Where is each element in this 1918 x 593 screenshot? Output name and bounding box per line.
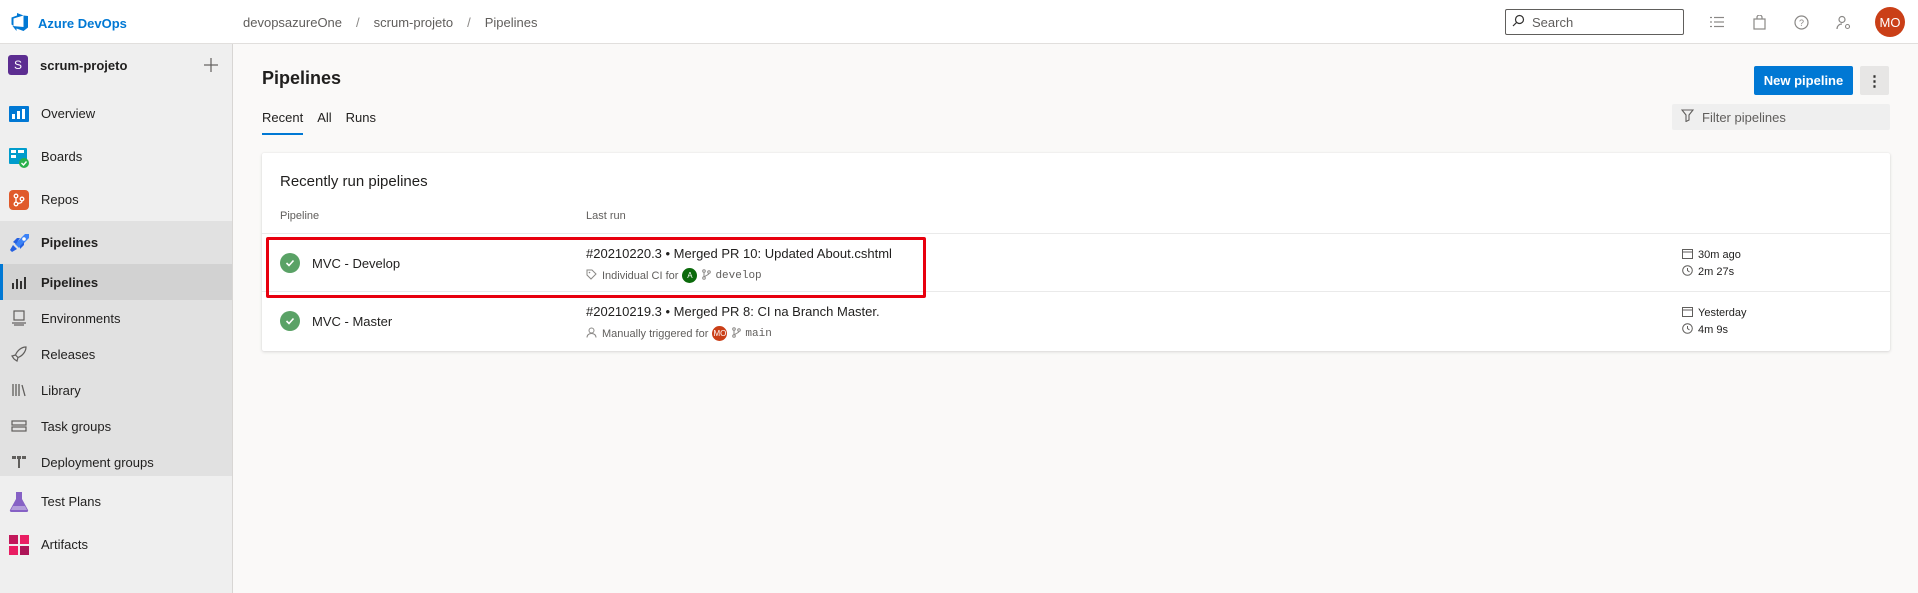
- list-icon[interactable]: [1706, 11, 1728, 33]
- sidebar-item-label: Pipelines: [41, 235, 99, 250]
- trigger-text: Manually triggered for: [602, 327, 709, 340]
- breadcrumb-org[interactable]: devopsazureOne: [243, 15, 342, 30]
- sidebar-item-label: Repos: [41, 192, 79, 207]
- environments-icon: [11, 310, 27, 326]
- sidebar-item-repos[interactable]: Repos: [0, 178, 232, 221]
- sidebar-subitem-task-groups[interactable]: Task groups: [0, 408, 232, 444]
- search-input[interactable]: [1532, 14, 1672, 30]
- sidebar-item-label: Deployment groups: [41, 454, 154, 470]
- run-when: 30m ago: [1698, 248, 1741, 261]
- person-icon: [586, 327, 597, 341]
- pipelines-icon: [8, 232, 30, 254]
- repos-icon: [8, 189, 30, 211]
- project-badge: S: [8, 55, 28, 75]
- clock-icon: [1682, 264, 1693, 279]
- sidebar-item-label: Overview: [41, 106, 96, 121]
- tab-all[interactable]: All: [317, 110, 331, 135]
- sidebar-item-label: Library: [41, 382, 81, 398]
- plus-icon[interactable]: [201, 55, 221, 75]
- boards-icon: [8, 146, 30, 168]
- sidebar-item-boards[interactable]: Boards: [0, 135, 232, 178]
- breadcrumb-page[interactable]: Pipelines: [485, 15, 538, 30]
- rocket-icon: [11, 346, 27, 362]
- breadcrumb-separator: /: [356, 15, 360, 30]
- pipeline-name[interactable]: MVC - Master: [312, 314, 392, 329]
- run-duration: 2m 27s: [1698, 265, 1735, 278]
- deployment-groups-icon: [11, 454, 27, 470]
- sidebar-item-label: Releases: [41, 346, 96, 362]
- trigger-avatar: MO: [712, 326, 728, 341]
- help-icon[interactable]: ?: [1790, 11, 1812, 33]
- sidebar-item-test-plans[interactable]: Test Plans: [0, 480, 232, 523]
- tab-bar: Recent All Runs: [262, 110, 376, 135]
- highlight-annotation: [266, 237, 926, 298]
- table-row[interactable]: MVC - Master #20210219.3 • Merged PR 8: …: [262, 291, 1890, 349]
- sidebar-item-label: Test Plans: [41, 494, 101, 509]
- flask-icon: [8, 491, 30, 513]
- user-settings-icon[interactable]: [1832, 11, 1854, 33]
- sidebar-item-pipelines[interactable]: Pipelines: [0, 221, 232, 264]
- run-time: Yesterday 4m 9s: [1682, 304, 1747, 338]
- tab-runs[interactable]: Runs: [346, 110, 376, 135]
- success-icon: [280, 311, 300, 331]
- sidebar-subitem-pipelines[interactable]: Pipelines: [0, 264, 232, 300]
- project-header[interactable]: S scrum-projeto: [8, 54, 225, 76]
- more-options-button[interactable]: ⋮: [1860, 66, 1889, 95]
- sidebar-item-label: Artifacts: [41, 537, 88, 552]
- clock-icon: [1682, 322, 1693, 337]
- run-title[interactable]: #20210219.3 • Merged PR 8: CI na Branch …: [586, 304, 880, 319]
- sidebar-subitem-deployment-groups[interactable]: Deployment groups: [0, 444, 232, 480]
- run-time: 30m ago 2m 27s: [1682, 246, 1741, 280]
- breadcrumb-separator: /: [467, 15, 471, 30]
- pipelines-sub-icon: [11, 274, 27, 290]
- branch-name[interactable]: main: [745, 328, 771, 340]
- sidebar-item-artifacts[interactable]: Artifacts: [0, 523, 232, 566]
- calendar-icon: [1682, 306, 1693, 320]
- breadcrumb-project[interactable]: scrum-projeto: [374, 15, 453, 30]
- sidebar-subitem-environments[interactable]: Environments: [0, 300, 232, 336]
- run-when: Yesterday: [1698, 306, 1747, 319]
- artifacts-icon: [8, 534, 30, 556]
- filter-input[interactable]: [1702, 109, 1882, 125]
- run-meta: Manually triggered for MO main: [586, 326, 772, 341]
- svg-text:?: ?: [1798, 18, 1803, 28]
- sidebar-item-label: Pipelines: [41, 274, 99, 290]
- calendar-icon: [1682, 248, 1693, 262]
- run-duration: 4m 9s: [1698, 323, 1728, 336]
- search-box[interactable]: [1505, 9, 1684, 35]
- brand-name: Azure DevOps: [38, 16, 127, 31]
- card-title: Recently run pipelines: [280, 173, 428, 190]
- column-header-pipeline: Pipeline: [280, 210, 320, 222]
- header-icons: ?: [1706, 11, 1854, 33]
- shopping-bag-icon[interactable]: [1748, 11, 1770, 33]
- filter-icon: [1680, 109, 1695, 125]
- tab-recent[interactable]: Recent: [262, 110, 304, 135]
- sidebar-subitem-releases[interactable]: Releases: [0, 336, 232, 372]
- overview-icon: [8, 103, 30, 125]
- brand[interactable]: Azure DevOps: [10, 12, 127, 35]
- sidebar-item-label: Boards: [41, 149, 83, 164]
- azure-devops-logo-icon: [10, 12, 30, 35]
- top-bar: Azure DevOps devopsazureOne / scrum-proj…: [0, 0, 1918, 44]
- sidebar-subitem-library[interactable]: Library: [0, 372, 232, 408]
- search-icon: [1512, 14, 1525, 30]
- sidebar-item-overview[interactable]: Overview: [0, 92, 232, 135]
- breadcrumb: devopsazureOne / scrum-projeto / Pipelin…: [243, 15, 538, 30]
- library-icon: [11, 382, 27, 398]
- column-header-last-run: Last run: [586, 210, 626, 222]
- filter-box[interactable]: [1672, 104, 1890, 130]
- project-name: scrum-projeto: [40, 57, 128, 73]
- sidebar-item-label: Environments: [41, 310, 121, 326]
- task-groups-icon: [11, 418, 27, 434]
- branch-icon: [732, 326, 742, 341]
- page-title: Pipelines: [262, 68, 342, 88]
- user-avatar[interactable]: MO: [1875, 7, 1905, 37]
- new-pipeline-button[interactable]: New pipeline: [1754, 66, 1853, 95]
- sidebar-item-label: Task groups: [41, 418, 112, 434]
- sidebar: S scrum-projeto Overview Boards Repos Pi…: [0, 44, 233, 593]
